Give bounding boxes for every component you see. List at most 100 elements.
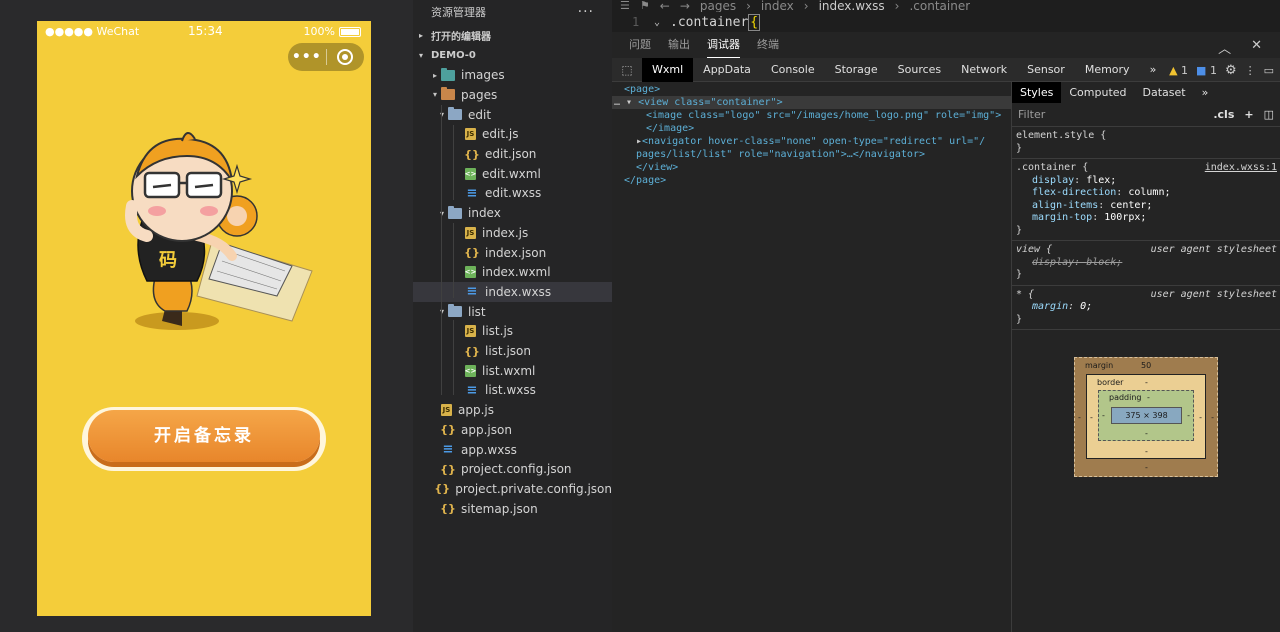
tree-file[interactable]: ≡ index.wxss [413, 282, 612, 302]
forward-icon[interactable]: → [680, 0, 690, 12]
style-declaration[interactable]: flex-direction: column; [1016, 187, 1276, 200]
warning-count[interactable]: ▲ 1 [1169, 64, 1188, 77]
gear-icon[interactable]: ⚙ [1225, 63, 1237, 78]
tab-debugger[interactable]: 调试器 [707, 32, 740, 58]
tree-file[interactable]: {} project.private.config.json [413, 479, 612, 499]
capsule-close-button[interactable] [326, 49, 364, 65]
add-rule-icon[interactable]: + [1244, 108, 1253, 121]
folder-icon [448, 304, 462, 319]
cls-toggle-button[interactable]: .cls [1213, 108, 1234, 121]
breadcrumb-item[interactable]: index.wxss [819, 0, 885, 12]
property-name: margin [1032, 301, 1069, 312]
info-count[interactable]: ■ 1 [1196, 64, 1217, 77]
close-panel-icon[interactable]: ✕ [1251, 38, 1262, 57]
tab-network[interactable]: Network [951, 58, 1017, 82]
wxml-text: <page> [624, 84, 661, 95]
tab-output[interactable]: 输出 [668, 32, 690, 58]
tree-item-label: edit [468, 107, 492, 122]
style-declaration[interactable]: margin-top: 100rpx; [1016, 212, 1276, 225]
wxml-node[interactable]: ▸<navigator hover-class="none" open-type… [636, 135, 985, 148]
wxml-node[interactable]: <page> [624, 83, 660, 96]
tree-file[interactable]: {} app.json [413, 420, 612, 440]
box-model-padding[interactable]: padding - - - - 375 × 398 [1098, 390, 1194, 441]
tab-appdata[interactable]: AppData [693, 58, 761, 82]
tree-file[interactable]: ≡ list.wxss [413, 381, 612, 401]
property-name: display [1032, 256, 1075, 268]
style-declaration[interactable]: align-items: center; [1016, 200, 1276, 213]
box-model-margin[interactable]: margin 50 - - - border - - - - padding -… [1074, 357, 1218, 477]
tree-file[interactable]: <> index.wxml [413, 263, 612, 283]
more-tabs-icon[interactable]: » [1140, 58, 1167, 82]
style-rule-view[interactable]: view { user agent stylesheet display: bl… [1012, 241, 1280, 286]
tree-file[interactable]: ≡ edit.wxss [413, 184, 612, 204]
tree-folder[interactable]: ▾ pages [413, 85, 612, 105]
breadcrumb-item[interactable]: pages [700, 0, 736, 12]
wxml-node-continued[interactable]: pages/list/list" role="navigation">…</na… [636, 148, 925, 161]
more-tabs-icon[interactable]: » [1194, 82, 1217, 103]
tree-file[interactable]: {} project.config.json [413, 460, 612, 480]
style-rule-container[interactable]: .container { index.wxss:1 display: flex;… [1012, 159, 1280, 241]
bookmark-icon[interactable]: ⚑ [640, 0, 650, 12]
tree-file[interactable]: JS app.js [413, 400, 612, 420]
tree-file[interactable]: JS edit.js [413, 125, 612, 145]
tree-file[interactable]: <> edit.wxml [413, 164, 612, 184]
tree-folder[interactable]: ▾ edit [413, 105, 612, 125]
tab-computed[interactable]: Computed [1061, 82, 1134, 103]
breadcrumb-item[interactable]: .container [909, 0, 970, 12]
wxml-node-selected[interactable]: … ▾ <view class="container"> [612, 96, 1011, 109]
tree-file[interactable]: <> list.wxml [413, 361, 612, 381]
tab-problems[interactable]: 问题 [629, 32, 651, 58]
collapse-panel-icon[interactable]: ︿ [1218, 38, 1231, 57]
tree-file[interactable]: JS index.js [413, 223, 612, 243]
box-model-border[interactable]: border - - - - padding - - - - 375 × 398 [1086, 374, 1206, 459]
project-section[interactable]: ▾ DEMO-0 [413, 45, 612, 65]
fold-chevron-icon[interactable]: ⌄ [654, 17, 670, 28]
battery-status: 100% [304, 25, 361, 38]
wxml-node[interactable]: </view> [636, 161, 678, 174]
rule-source-link[interactable]: index.wxss:1 [1205, 162, 1277, 173]
tree-file[interactable]: {} index.json [413, 243, 612, 263]
style-declaration[interactable]: display: flex; [1016, 175, 1276, 188]
wxml-node[interactable]: </image> [646, 122, 694, 135]
kebab-menu-icon[interactable]: ⋮ [1245, 64, 1256, 77]
back-icon[interactable]: ← [660, 0, 670, 12]
tree-file[interactable]: {} edit.json [413, 144, 612, 164]
style-declaration-overridden[interactable]: display: block; [1016, 257, 1276, 270]
style-rule-element[interactable]: element.style { } [1012, 127, 1280, 159]
tab-wxml[interactable]: Wxml [642, 57, 694, 82]
tab-storage[interactable]: Storage [825, 58, 888, 82]
tab-terminal[interactable]: 终端 [757, 32, 779, 58]
tree-file[interactable]: JS list.js [413, 322, 612, 342]
inspect-element-icon[interactable]: ⬚ [612, 63, 642, 77]
box-model-content[interactable]: 375 × 398 [1111, 407, 1182, 424]
tree-folder[interactable]: ▾ index [413, 203, 612, 223]
code-line[interactable]: 1 ⌄ .container { [632, 13, 761, 31]
dock-icon[interactable]: ▭ [1264, 64, 1274, 77]
mascot-illustration: 码 [125, 132, 313, 330]
breadcrumb-item[interactable]: index [761, 0, 794, 12]
wxml-node[interactable]: <image class="logo" src="/images/home_lo… [646, 109, 1001, 122]
tab-console[interactable]: Console [761, 58, 825, 82]
tab-sensor[interactable]: Sensor [1017, 58, 1075, 82]
explorer-more-icon[interactable]: ··· [578, 4, 594, 20]
style-declaration[interactable]: margin: 0; [1016, 301, 1276, 314]
tab-styles[interactable]: Styles [1012, 82, 1062, 103]
tree-file[interactable]: ≡ app.wxss [413, 440, 612, 460]
wxml-node[interactable]: </page> [624, 174, 666, 187]
list-icon[interactable]: ☰ [620, 0, 630, 12]
filter-input[interactable]: Filter [1018, 108, 1045, 121]
property-name: flex-direction [1032, 187, 1117, 198]
tab-dataset[interactable]: Dataset [1135, 82, 1194, 103]
tab-sources[interactable]: Sources [888, 58, 952, 82]
battery-percent: 100% [303, 25, 335, 38]
tree-file[interactable]: {} sitemap.json [413, 499, 612, 519]
style-rule-universal[interactable]: * { user agent stylesheet margin: 0; } [1012, 286, 1280, 330]
start-memo-button[interactable]: 开启备忘录 [88, 410, 320, 462]
capsule-more-icon[interactable]: ••• [288, 49, 326, 65]
toggle-sidebar-icon[interactable]: ◫ [1264, 108, 1274, 121]
tree-folder[interactable]: ▸ images [413, 66, 612, 86]
tree-folder[interactable]: ▾ list [413, 302, 612, 322]
tree-file[interactable]: {} list.json [413, 341, 612, 361]
tab-memory[interactable]: Memory [1075, 58, 1140, 82]
open-editors-section[interactable]: ▸ 打开的编辑器 [413, 25, 612, 45]
